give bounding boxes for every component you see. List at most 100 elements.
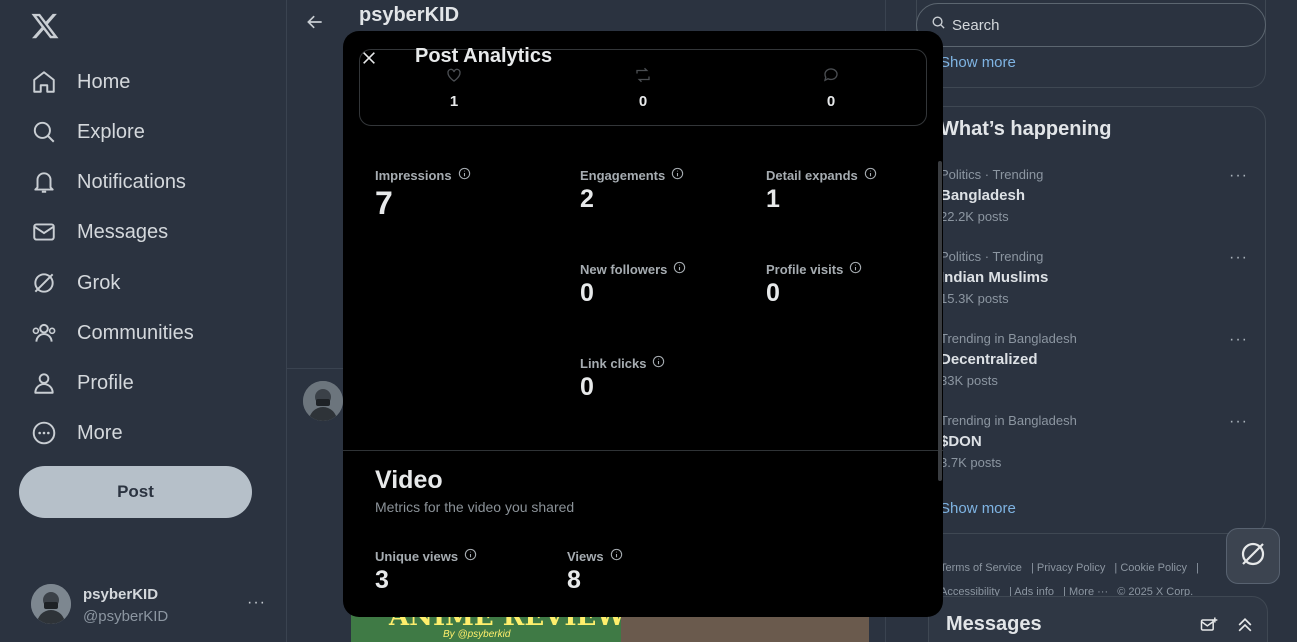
- people-icon: [30, 319, 58, 347]
- trend-title: $DON: [940, 433, 982, 450]
- bell-icon: [30, 168, 58, 196]
- nav-profile-label: Profile: [77, 371, 134, 394]
- nav-profile[interactable]: Profile: [30, 363, 134, 403]
- show-more-link[interactable]: Show more: [940, 54, 1016, 71]
- link-clicks-metric: Link clicks 0: [580, 355, 665, 402]
- nav-grok[interactable]: Grok: [30, 263, 120, 303]
- unique-views-value: 3: [375, 566, 389, 594]
- nav-messages[interactable]: Messages: [30, 212, 168, 252]
- info-icon[interactable]: [458, 167, 471, 183]
- info-icon[interactable]: [864, 167, 877, 183]
- replies-stat: 0: [811, 66, 851, 110]
- nav-notifications[interactable]: Notifications: [30, 162, 186, 202]
- modal-scrollbar[interactable]: [938, 161, 942, 481]
- trend-title: Decentralized: [940, 351, 1038, 368]
- close-icon: [363, 52, 375, 64]
- more-icon[interactable]: ···: [1229, 413, 1248, 431]
- search-placeholder: Search: [952, 16, 1000, 34]
- impressions-label: Impressions: [375, 167, 452, 183]
- more-circle-icon: [30, 419, 58, 447]
- trend-context: Trending in Bangladesh: [940, 331, 1077, 346]
- account-handle: @psyberKID: [83, 608, 169, 625]
- avatar: [31, 584, 71, 624]
- more-icon[interactable]: ···: [1229, 331, 1248, 349]
- engagements-metric: Engagements 2: [580, 167, 684, 214]
- post-avatar[interactable]: [303, 381, 343, 421]
- new-message-icon[interactable]: [1199, 615, 1219, 640]
- repost-icon: [636, 67, 650, 83]
- link-clicks-value: 0: [580, 373, 594, 401]
- profile-visits-value: 0: [766, 279, 780, 307]
- nav-more[interactable]: More: [30, 413, 123, 453]
- trend-context: Politics · Trending: [940, 249, 1044, 264]
- trend-count: 33K posts: [940, 373, 998, 388]
- trend-item[interactable]: Trending in Bangladesh $DON 3.7K posts ·…: [940, 413, 1266, 470]
- info-icon[interactable]: [652, 355, 665, 371]
- footer-cookie[interactable]: Cookie Policy: [1120, 562, 1187, 574]
- more-icon[interactable]: ···: [1229, 249, 1248, 267]
- nav-more-label: More: [77, 421, 123, 444]
- heart-icon: [447, 68, 461, 82]
- back-arrow-icon[interactable]: [305, 12, 325, 37]
- post-button[interactable]: Post: [19, 466, 252, 518]
- profile-visits-label: Profile visits: [766, 261, 844, 277]
- trend-item[interactable]: Trending in Bangladesh Decentralized 33K…: [940, 331, 1266, 388]
- impressions-value: 7: [375, 185, 393, 221]
- link-clicks-label: Link clicks: [580, 355, 647, 371]
- trend-title: Indian Muslims: [940, 269, 1049, 286]
- new-followers-metric: New followers 0: [580, 261, 686, 308]
- more-icon[interactable]: ···: [1229, 167, 1248, 185]
- search-input[interactable]: Search: [916, 3, 1266, 47]
- nav-home[interactable]: Home: [30, 62, 130, 102]
- messages-drawer-title: Messages: [946, 613, 1042, 635]
- grok-button[interactable]: [1226, 528, 1280, 584]
- account-switcher[interactable]: psyberKID @psyberKID ···: [31, 584, 271, 628]
- expand-drawer-icon[interactable]: [1235, 615, 1255, 640]
- search-icon: [30, 118, 58, 146]
- trend-count: 3.7K posts: [940, 455, 1002, 470]
- video-section-subtitle: Metrics for the video you shared: [375, 499, 575, 515]
- x-logo-icon[interactable]: [30, 11, 60, 41]
- engagements-label: Engagements: [580, 167, 666, 183]
- right-sidebar: Search Show more What’s happening Politi…: [886, 0, 1297, 642]
- likes-stat: 1: [434, 66, 474, 110]
- nav-explore-label: Explore: [77, 120, 145, 143]
- detail-expands-label: Detail expands: [766, 167, 858, 183]
- trend-title: Bangladesh: [940, 187, 1026, 204]
- account-menu-icon[interactable]: ···: [247, 594, 266, 612]
- trend-item[interactable]: Politics · Trending Bangladesh 22.2K pos…: [940, 167, 1266, 224]
- info-icon[interactable]: [610, 548, 623, 564]
- nav-communities[interactable]: Communities: [30, 313, 194, 353]
- engagements-value: 2: [580, 185, 594, 213]
- home-icon: [30, 68, 58, 96]
- left-sidebar: Home Explore Notifications Messages Grok…: [0, 0, 287, 642]
- info-icon[interactable]: [464, 548, 477, 564]
- nav-explore[interactable]: Explore: [30, 112, 145, 152]
- account-name: psyberKID: [83, 586, 159, 603]
- grok-icon: [30, 269, 58, 297]
- info-icon[interactable]: [671, 167, 684, 183]
- likes-count: 1: [449, 93, 459, 110]
- unique-views-label: Unique views: [375, 548, 459, 564]
- reposts-count: 0: [638, 93, 648, 110]
- detail-expands-value: 1: [766, 185, 780, 213]
- trend-item[interactable]: Politics · Trending Indian Muslims 15.3K…: [940, 249, 1266, 306]
- whats-happening-title: What’s happening: [940, 118, 1112, 140]
- trend-count: 22.2K posts: [940, 209, 1009, 224]
- footer-privacy[interactable]: Privacy Policy: [1037, 562, 1105, 574]
- nav-grok-label: Grok: [77, 271, 121, 294]
- media-byline: By @psyberkid: [443, 629, 511, 640]
- views-label: Views: [567, 548, 604, 564]
- nav-messages-label: Messages: [77, 220, 169, 243]
- new-followers-label: New followers: [580, 261, 668, 277]
- nav-home-label: Home: [77, 70, 131, 93]
- info-icon[interactable]: [849, 261, 862, 277]
- detail-expands-metric: Detail expands 1: [766, 167, 877, 214]
- show-more-link[interactable]: Show more: [940, 500, 1016, 517]
- nav-notifications-label: Notifications: [77, 170, 186, 193]
- footer-terms[interactable]: Terms of Service: [940, 562, 1022, 574]
- close-button[interactable]: [357, 46, 381, 70]
- info-icon[interactable]: [673, 261, 686, 277]
- messages-drawer[interactable]: Messages: [928, 596, 1268, 642]
- trend-context: Trending in Bangladesh: [940, 413, 1077, 428]
